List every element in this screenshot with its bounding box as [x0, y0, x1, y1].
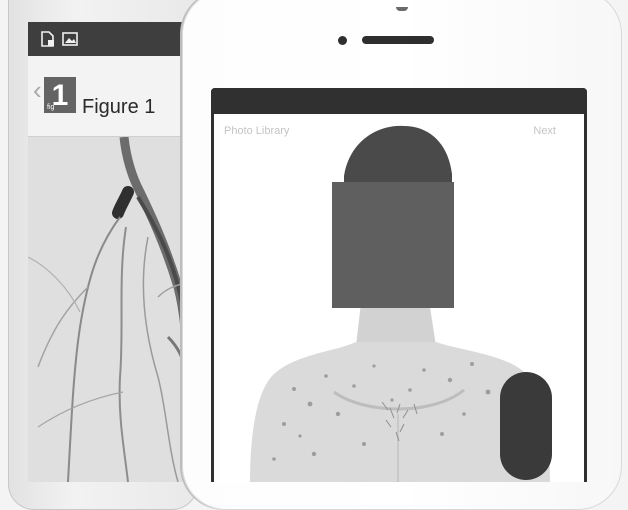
photo-viewer: Photo Library Next: [214, 114, 584, 482]
back-chevron-icon[interactable]: ‹: [33, 77, 42, 103]
left-phone-screen: ‹ 1 fig Figure 1: [28, 22, 188, 482]
next-button[interactable]: Next: [533, 125, 556, 137]
arm-redaction-patch: [500, 372, 552, 480]
app-status-bar: [211, 88, 587, 114]
status-bar: [28, 22, 188, 56]
earpiece-speaker: [362, 36, 434, 44]
figure-badge-caption: fig: [47, 104, 55, 111]
figure-header: ‹ 1 fig Figure 1: [28, 56, 188, 137]
figure-title: Figure 1: [82, 96, 156, 118]
face-redaction-box: [332, 182, 454, 308]
document-icon[interactable]: [40, 31, 56, 47]
right-phone-screen: Photo Library Next: [211, 88, 587, 482]
image-icon[interactable]: [62, 31, 78, 47]
front-camera: [338, 36, 347, 45]
angiogram-image: [28, 137, 188, 482]
figure-number-badge: 1 fig: [44, 77, 76, 113]
photo-library-button[interactable]: Photo Library: [224, 125, 289, 137]
